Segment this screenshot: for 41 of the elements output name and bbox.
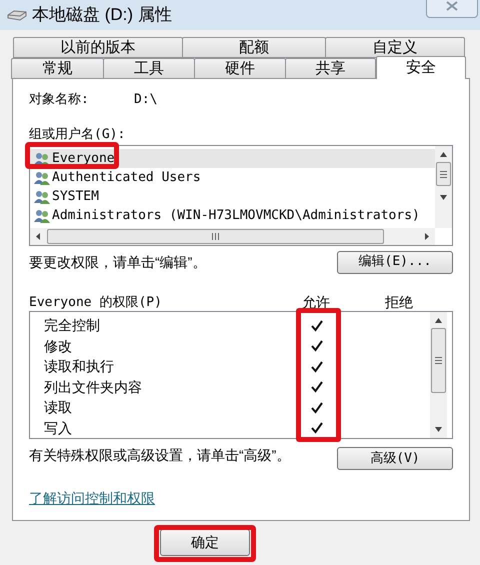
user-name: SYSTEM <box>52 188 99 206</box>
permissions-label: Everyone 的权限(P) <box>29 294 163 312</box>
users-icon <box>34 170 51 184</box>
user-name: Everyone <box>52 150 115 168</box>
permission-name: 列出文件夹内容 <box>43 378 143 396</box>
tab[interactable]: 共享 <box>285 58 376 79</box>
vertical-scrollbar[interactable] <box>430 312 447 438</box>
user-row[interactable]: Everyone <box>30 149 435 168</box>
vertical-scrollbar[interactable] <box>435 146 452 228</box>
user-name: Authenticated Users <box>52 168 201 187</box>
tab[interactable]: 自定义 <box>325 37 465 58</box>
close-icon <box>446 1 458 11</box>
help-link[interactable]: 了解访问控制和权限 <box>29 488 155 509</box>
permission-name: 写入 <box>43 418 73 438</box>
tab[interactable]: 安全 <box>376 56 466 79</box>
permission-name: 读取和执行 <box>43 357 115 376</box>
user-row[interactable]: SYSTEM <box>30 187 435 206</box>
window-title: 本地磁盘 (D:) 属性 <box>32 4 172 26</box>
ok-button[interactable]: 确定 <box>160 529 250 556</box>
users-icon <box>34 152 51 166</box>
tab[interactable]: 以前的版本 <box>13 37 183 58</box>
edit-hint-text: 要更改权限，请单击“编辑”。 <box>29 252 206 272</box>
deny-header: 拒绝 <box>385 293 413 312</box>
object-name-value: D:\ <box>134 90 158 109</box>
advanced-button[interactable]: 高级(V) <box>337 447 453 470</box>
edit-button[interactable]: 编辑(E)... <box>337 250 453 274</box>
users-icon <box>34 208 51 222</box>
drive-icon <box>6 9 28 21</box>
user-row[interactable]: Authenticated Users <box>30 168 435 187</box>
tab[interactable]: 常规 <box>11 58 104 79</box>
horizontal-scrollbar[interactable] <box>30 228 435 245</box>
permission-name: 完全控制 <box>43 316 101 335</box>
object-name-label: 对象名称: <box>29 90 90 109</box>
tab[interactable]: 配额 <box>182 37 326 58</box>
permission-name: 读取 <box>43 398 73 417</box>
tab[interactable]: 工具 <box>103 58 195 79</box>
advanced-hint-text: 有关特殊权限或高级设置，请单击“高级”。 <box>29 447 291 465</box>
tab[interactable]: 硬件 <box>194 58 286 79</box>
permission-name: 修改 <box>43 336 73 356</box>
users-icon <box>34 190 51 204</box>
users-label: 组或用户名(G): <box>29 126 126 142</box>
